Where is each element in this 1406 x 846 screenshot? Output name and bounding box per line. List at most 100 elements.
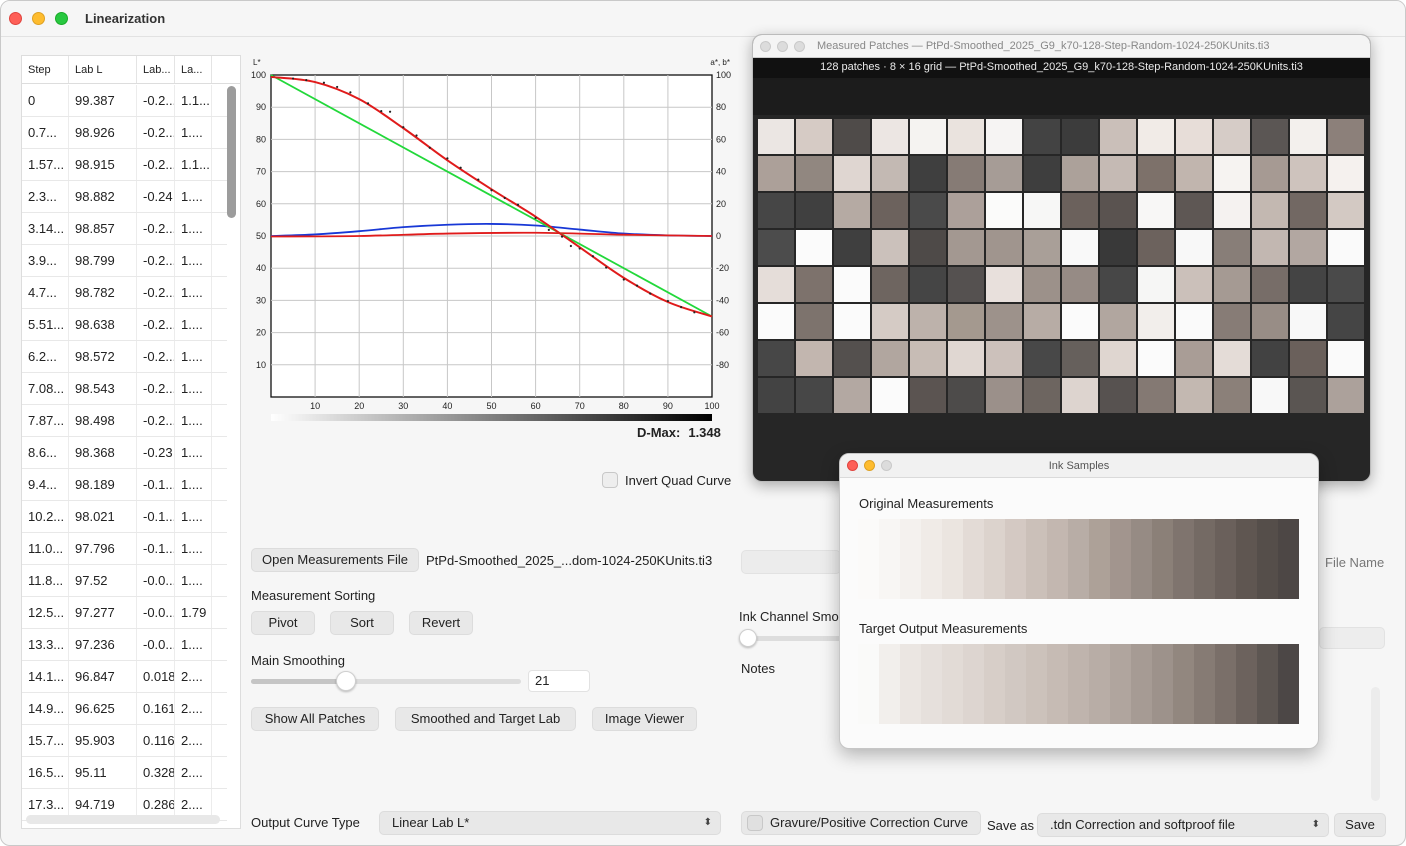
- patch[interactable]: [796, 119, 832, 154]
- patch[interactable]: [1138, 156, 1174, 191]
- patch[interactable]: [1328, 119, 1364, 154]
- patch[interactable]: [758, 304, 794, 339]
- table-row[interactable]: 11.0... 97.796 -0.1... 1....: [22, 533, 227, 565]
- column-header-lab-a[interactable]: Lab...: [137, 56, 175, 83]
- patch[interactable]: [1252, 341, 1288, 376]
- patch[interactable]: [758, 156, 794, 191]
- patch[interactable]: [872, 230, 908, 265]
- patch[interactable]: [796, 341, 832, 376]
- patch[interactable]: [910, 341, 946, 376]
- patch[interactable]: [758, 267, 794, 302]
- patch[interactable]: [1062, 156, 1098, 191]
- table-row[interactable]: 8.6... 98.368 -0.23 1....: [22, 437, 227, 469]
- column-header-lab-b[interactable]: La...: [175, 56, 212, 83]
- patch[interactable]: [910, 304, 946, 339]
- patch[interactable]: [1290, 267, 1326, 302]
- table-row[interactable]: 14.9... 96.625 0.161 2....: [22, 693, 227, 725]
- patch[interactable]: [834, 267, 870, 302]
- notes-scrollbar[interactable]: [1371, 687, 1380, 801]
- patch[interactable]: [1138, 341, 1174, 376]
- show-all-patches-button[interactable]: Show All Patches: [251, 707, 379, 731]
- patch[interactable]: [834, 341, 870, 376]
- patch[interactable]: [1214, 304, 1250, 339]
- patch[interactable]: [1024, 341, 1060, 376]
- patch[interactable]: [948, 193, 984, 228]
- patch[interactable]: [758, 341, 794, 376]
- pivot-button[interactable]: Pivot: [251, 611, 315, 635]
- ink-channel-smoothing-slider-knob[interactable]: [739, 629, 757, 647]
- patch[interactable]: [1024, 119, 1060, 154]
- patch[interactable]: [758, 230, 794, 265]
- patch[interactable]: [1252, 304, 1288, 339]
- patch[interactable]: [1062, 119, 1098, 154]
- patch[interactable]: [1138, 230, 1174, 265]
- patch[interactable]: [1328, 230, 1364, 265]
- save-as-format-popup[interactable]: .tdn Correction and softproof file ⬍: [1037, 813, 1329, 837]
- patch[interactable]: [1252, 156, 1288, 191]
- minimize-button[interactable]: [32, 12, 45, 25]
- patch[interactable]: [758, 378, 794, 413]
- patch[interactable]: [948, 341, 984, 376]
- patch[interactable]: [1214, 193, 1250, 228]
- patch[interactable]: [1024, 304, 1060, 339]
- patch[interactable]: [1062, 230, 1098, 265]
- patch[interactable]: [872, 119, 908, 154]
- patch[interactable]: [986, 193, 1022, 228]
- patch[interactable]: [796, 378, 832, 413]
- table-vertical-scrollbar[interactable]: [227, 86, 236, 826]
- patch[interactable]: [872, 156, 908, 191]
- column-header-lab-l[interactable]: Lab L: [69, 56, 137, 83]
- table-row[interactable]: 13.3... 97.236 -0.0... 1....: [22, 629, 227, 661]
- table-row[interactable]: 7.87... 98.498 -0.2... 1....: [22, 405, 227, 437]
- patch[interactable]: [1328, 341, 1364, 376]
- patch[interactable]: [1100, 156, 1136, 191]
- patch[interactable]: [910, 378, 946, 413]
- patch[interactable]: [1024, 230, 1060, 265]
- image-viewer-button[interactable]: Image Viewer: [592, 707, 697, 731]
- patch[interactable]: [910, 119, 946, 154]
- patch[interactable]: [1328, 156, 1364, 191]
- patch[interactable]: [872, 267, 908, 302]
- patch[interactable]: [1328, 193, 1364, 228]
- patch[interactable]: [1214, 341, 1250, 376]
- patch[interactable]: [872, 378, 908, 413]
- patch[interactable]: [1214, 267, 1250, 302]
- patch[interactable]: [1176, 304, 1212, 339]
- patch[interactable]: [1100, 193, 1136, 228]
- patch[interactable]: [758, 193, 794, 228]
- patch[interactable]: [1024, 156, 1060, 191]
- patch[interactable]: [1328, 378, 1364, 413]
- patch[interactable]: [834, 156, 870, 191]
- patch[interactable]: [1024, 193, 1060, 228]
- patch[interactable]: [1290, 304, 1326, 339]
- patch[interactable]: [834, 119, 870, 154]
- smoothed-and-target-lab-button[interactable]: Smoothed and Target Lab: [395, 707, 576, 731]
- patch[interactable]: [1100, 119, 1136, 154]
- table-row[interactable]: 2.3... 98.882 -0.24 1....: [22, 181, 227, 213]
- patch[interactable]: [910, 193, 946, 228]
- main-smoothing-value-field[interactable]: 21: [528, 670, 590, 692]
- output-curve-type-popup[interactable]: Linear Lab L* ⬍: [379, 811, 721, 835]
- invert-quad-curve-checkbox[interactable]: [602, 472, 618, 488]
- patch[interactable]: [1176, 341, 1212, 376]
- patch[interactable]: [796, 267, 832, 302]
- patch[interactable]: [986, 267, 1022, 302]
- table-row[interactable]: 12.5... 97.277 -0.0... 1.79: [22, 597, 227, 629]
- table-row[interactable]: 7.08... 98.543 -0.2... 1....: [22, 373, 227, 405]
- patch[interactable]: [1252, 119, 1288, 154]
- close-button[interactable]: [9, 12, 22, 25]
- patch[interactable]: [1214, 378, 1250, 413]
- patch[interactable]: [1100, 267, 1136, 302]
- patch[interactable]: [1062, 267, 1098, 302]
- patch[interactable]: [1062, 193, 1098, 228]
- column-header-step[interactable]: Step: [22, 56, 69, 83]
- patch[interactable]: [1252, 193, 1288, 228]
- table-row[interactable]: 11.8... 97.52 -0.0... 1....: [22, 565, 227, 597]
- measurement-table[interactable]: Step Lab L Lab... La... 0 99.387 -0.2... 1.…: [21, 55, 241, 829]
- table-row[interactable]: 1.57... 98.915 -0.2... 1.1...: [22, 149, 227, 181]
- patch[interactable]: [796, 193, 832, 228]
- patch[interactable]: [1024, 378, 1060, 413]
- patch[interactable]: [1176, 378, 1212, 413]
- patch[interactable]: [1176, 267, 1212, 302]
- patches-zoom-button[interactable]: [794, 41, 805, 52]
